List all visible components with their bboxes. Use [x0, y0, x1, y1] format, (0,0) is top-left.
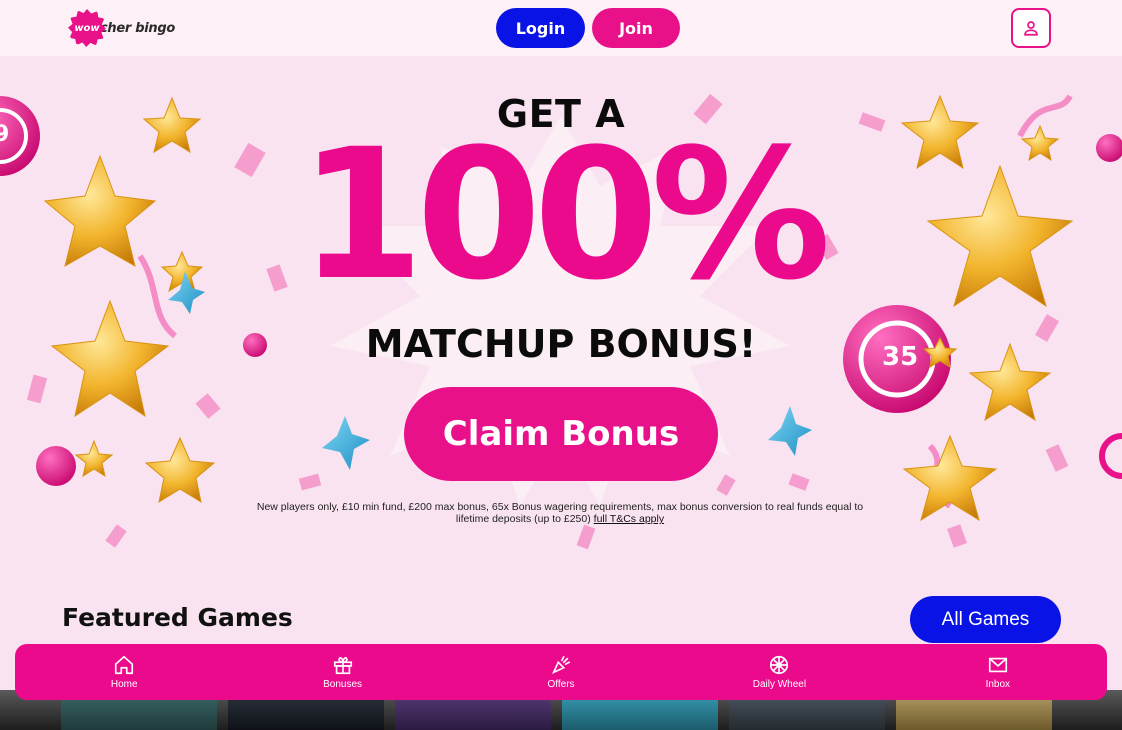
hero-matchup-bonus: MATCHUP BONUS!: [365, 322, 757, 366]
tcs-link[interactable]: full T&Cs apply: [594, 513, 664, 525]
nav-inbox-label: Inbox: [985, 679, 1011, 690]
nav-inbox[interactable]: Inbox: [889, 644, 1107, 700]
terms-text: New players only, £10 min fund, £200 max…: [240, 501, 880, 525]
user-icon: [1024, 21, 1038, 36]
join-button[interactable]: Join: [592, 8, 680, 48]
mail-icon: [988, 657, 1007, 673]
bingo-ball-right-edge: [1099, 433, 1122, 479]
nav-home-label: Home: [110, 679, 138, 690]
bottom-navigation: Home Bonuses Offers Daily Wheel Inbox: [15, 644, 1107, 700]
hero-banner: GET A 100% MATCHUP BONUS! 9 35 Claim Bon…: [0, 56, 1122, 596]
nav-home[interactable]: Home: [15, 644, 233, 700]
ball-number-9: 9: [0, 122, 10, 147]
nav-bonuses[interactable]: Bonuses: [233, 644, 451, 700]
login-button[interactable]: Login: [496, 8, 585, 48]
wheel-icon: [770, 655, 789, 675]
gift-icon: [333, 657, 352, 675]
nav-offers[interactable]: Offers: [452, 644, 670, 700]
nav-bonuses-label: Bonuses: [323, 679, 363, 690]
nav-offers-label: Offers: [547, 679, 575, 690]
logo-text: cher bingo: [100, 20, 175, 36]
all-games-button[interactable]: All Games: [910, 596, 1061, 643]
nav-daily-wheel[interactable]: Daily Wheel: [670, 644, 888, 700]
brand-logo[interactable]: wow cher bingo: [68, 9, 178, 47]
account-button[interactable]: [1011, 8, 1051, 48]
claim-bonus-button[interactable]: Claim Bonus: [404, 387, 718, 481]
hero-percent: 100%: [298, 111, 831, 320]
featured-games-heading: Featured Games: [62, 603, 293, 632]
terms-body: New players only, £10 min fund, £200 max…: [256, 501, 864, 525]
top-header: wow cher bingo Login Join: [0, 0, 1122, 56]
logo-badge: wow: [68, 9, 106, 47]
home-icon: [115, 655, 134, 675]
ball-number-35: 35: [882, 342, 919, 372]
nav-daily-wheel-label: Daily Wheel: [752, 679, 807, 690]
party-popper-icon: [552, 655, 571, 674]
